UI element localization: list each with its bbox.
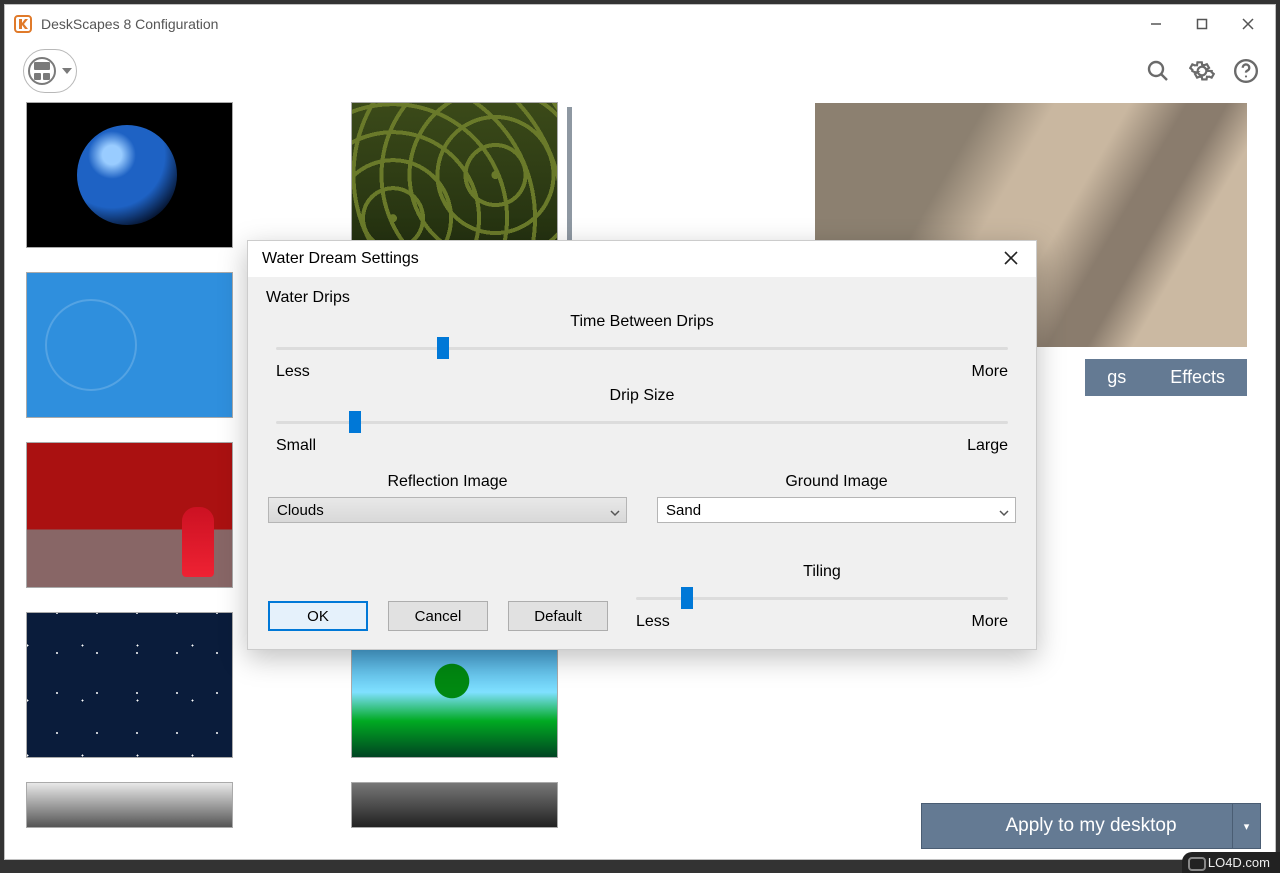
close-button[interactable] [1225, 8, 1271, 40]
dialog-title: Water Dream Settings [262, 250, 419, 268]
dialog-titlebar: Water Dream Settings [248, 241, 1036, 277]
slider1-title: Time Between Drips [268, 313, 1016, 331]
cancel-button[interactable]: Cancel [388, 601, 488, 631]
thumb-partial-2[interactable] [352, 783, 557, 827]
gear-icon[interactable] [1187, 56, 1217, 86]
thumb-partial-1[interactable] [27, 783, 232, 827]
tab-settings[interactable]: gs [1085, 359, 1148, 396]
slider1-handle[interactable] [437, 337, 449, 359]
tiling-max: More [972, 613, 1008, 631]
chevron-down-icon [62, 68, 72, 74]
slider2-title: Drip Size [268, 387, 1016, 405]
slider-tiling: Tiling Less More [628, 557, 1016, 631]
reflection-value: Clouds [277, 502, 324, 519]
help-icon[interactable] [1231, 56, 1261, 86]
maximize-button[interactable] [1179, 8, 1225, 40]
slider2-min: Small [276, 437, 316, 455]
ground-value: Sand [666, 502, 701, 519]
ground-label: Ground Image [657, 473, 1016, 491]
reflection-label: Reflection Image [268, 473, 627, 491]
tiling-track[interactable] [636, 587, 1008, 609]
reflection-image-field: Reflection Image Clouds [268, 473, 627, 523]
slider-time-between-drips: Time Between Drips Less More [268, 313, 1016, 381]
default-button[interactable]: Default [508, 601, 608, 631]
dialog-buttons: OK Cancel Default [268, 601, 608, 631]
toolbar [5, 43, 1275, 99]
slider1-min: Less [276, 363, 310, 381]
tiling-handle[interactable] [681, 587, 693, 609]
ground-image-field: Ground Image Sand [657, 473, 1016, 523]
chevron-down-icon [610, 505, 620, 522]
tiling-title: Tiling [628, 563, 1016, 581]
slider2-handle[interactable] [349, 411, 361, 433]
chevron-down-icon [999, 505, 1009, 522]
search-icon[interactable] [1143, 56, 1173, 86]
layout-icon [28, 57, 56, 85]
view-menu-button[interactable] [23, 49, 77, 93]
slider2-max: Large [967, 437, 1008, 455]
apply-dropdown[interactable]: ▾ [1232, 804, 1260, 848]
slider1-track[interactable] [276, 337, 1008, 359]
settings-dialog: Water Dream Settings Water Drips Time Be… [247, 240, 1037, 650]
app-icon [13, 14, 33, 34]
thumb-red-street[interactable] [27, 443, 232, 587]
watermark: LO4D.com [1182, 852, 1280, 873]
vertical-divider[interactable] [567, 107, 572, 247]
ground-combo[interactable]: Sand [657, 497, 1016, 523]
thumb-globe[interactable] [27, 103, 232, 247]
slider2-track[interactable] [276, 411, 1008, 433]
minimize-button[interactable] [1133, 8, 1179, 40]
thumb-blue[interactable] [27, 273, 232, 417]
apply-label: Apply to my desktop [1005, 815, 1176, 837]
apply-button[interactable]: Apply to my desktop ▾ [921, 803, 1261, 849]
window-title: DeskScapes 8 Configuration [41, 16, 218, 32]
thumb-stars[interactable] [27, 613, 232, 757]
slider1-max: More [972, 363, 1008, 381]
section-water-drips: Water Drips [266, 289, 1016, 307]
reflection-combo[interactable]: Clouds [268, 497, 627, 523]
thumb-grass[interactable] [352, 103, 557, 247]
slider-drip-size: Drip Size Small Large [268, 387, 1016, 455]
dialog-close-button[interactable] [996, 247, 1026, 272]
tab-effects[interactable]: Effects [1148, 359, 1247, 396]
titlebar: DeskScapes 8 Configuration [5, 5, 1275, 43]
ok-button[interactable]: OK [268, 601, 368, 631]
tiling-min: Less [636, 613, 670, 631]
